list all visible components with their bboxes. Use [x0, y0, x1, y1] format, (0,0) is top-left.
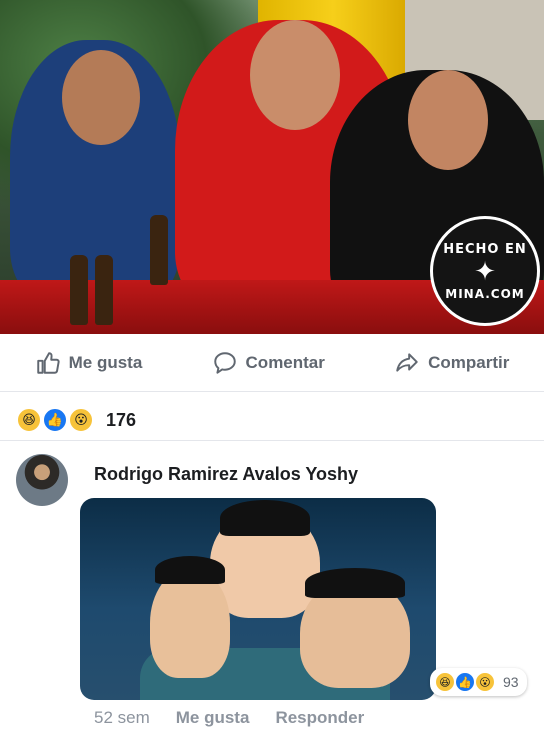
cartoon-hair — [155, 556, 225, 584]
watermark-line2: MINA.COM — [445, 286, 525, 301]
beer-bottle — [95, 255, 113, 325]
share-button[interactable]: Compartir — [394, 350, 509, 376]
comment-reactions[interactable]: 😆 👍 😮 93 — [430, 668, 527, 696]
post-reactions-summary[interactable]: 😆 👍 😮 176 — [16, 404, 136, 436]
beer-bottle — [70, 255, 88, 325]
comment-reaction-count: 93 — [503, 674, 519, 690]
like-reaction-icon: 👍 — [42, 407, 68, 433]
post-photo[interactable]: HECHO EN ✦ MINA.COM — [0, 0, 544, 334]
comment-label: Comentar — [245, 352, 325, 372]
comment-image[interactable] — [80, 498, 436, 700]
share-arrow-icon — [396, 352, 418, 372]
cartoon-figure-left — [150, 568, 230, 678]
share-label: Compartir — [428, 352, 510, 372]
comment-reply-button[interactable]: Responder — [275, 708, 364, 728]
avatar[interactable] — [16, 454, 68, 506]
like-label: Me gusta — [68, 352, 143, 372]
haha-reaction-icon: 😆 — [16, 407, 42, 433]
comment-button[interactable]: Comentar — [212, 350, 325, 376]
comment-author[interactable]: Rodrigo Ramirez Avalos Yoshy — [94, 464, 358, 485]
eagle-icon: ✦ — [474, 256, 496, 287]
wow-reaction-icon: 😮 — [68, 407, 94, 433]
thumbs-up-icon — [36, 351, 60, 374]
like-reaction-icon: 👍 — [454, 671, 476, 693]
watermark-badge: HECHO EN ✦ MINA.COM — [430, 216, 540, 326]
divider — [0, 440, 544, 441]
wow-reaction-icon: 😮 — [474, 671, 496, 693]
post-action-bar: Me gusta Comentar Compartir — [0, 334, 544, 392]
like-button[interactable]: Me gusta — [35, 350, 143, 376]
comment-bubble-icon — [213, 351, 236, 374]
comment-timestamp: 52 sem — [94, 708, 150, 727]
cartoon-hair — [305, 568, 405, 598]
comment-meta: 52 sem Me gusta Responder — [94, 708, 364, 728]
reaction-count: 176 — [106, 409, 137, 430]
beer-bottle — [150, 215, 168, 285]
watermark-line1: HECHO EN — [443, 241, 527, 257]
haha-reaction-icon: 😆 — [434, 671, 456, 693]
cartoon-hair — [220, 500, 310, 536]
comment-like-button[interactable]: Me gusta — [176, 708, 250, 728]
